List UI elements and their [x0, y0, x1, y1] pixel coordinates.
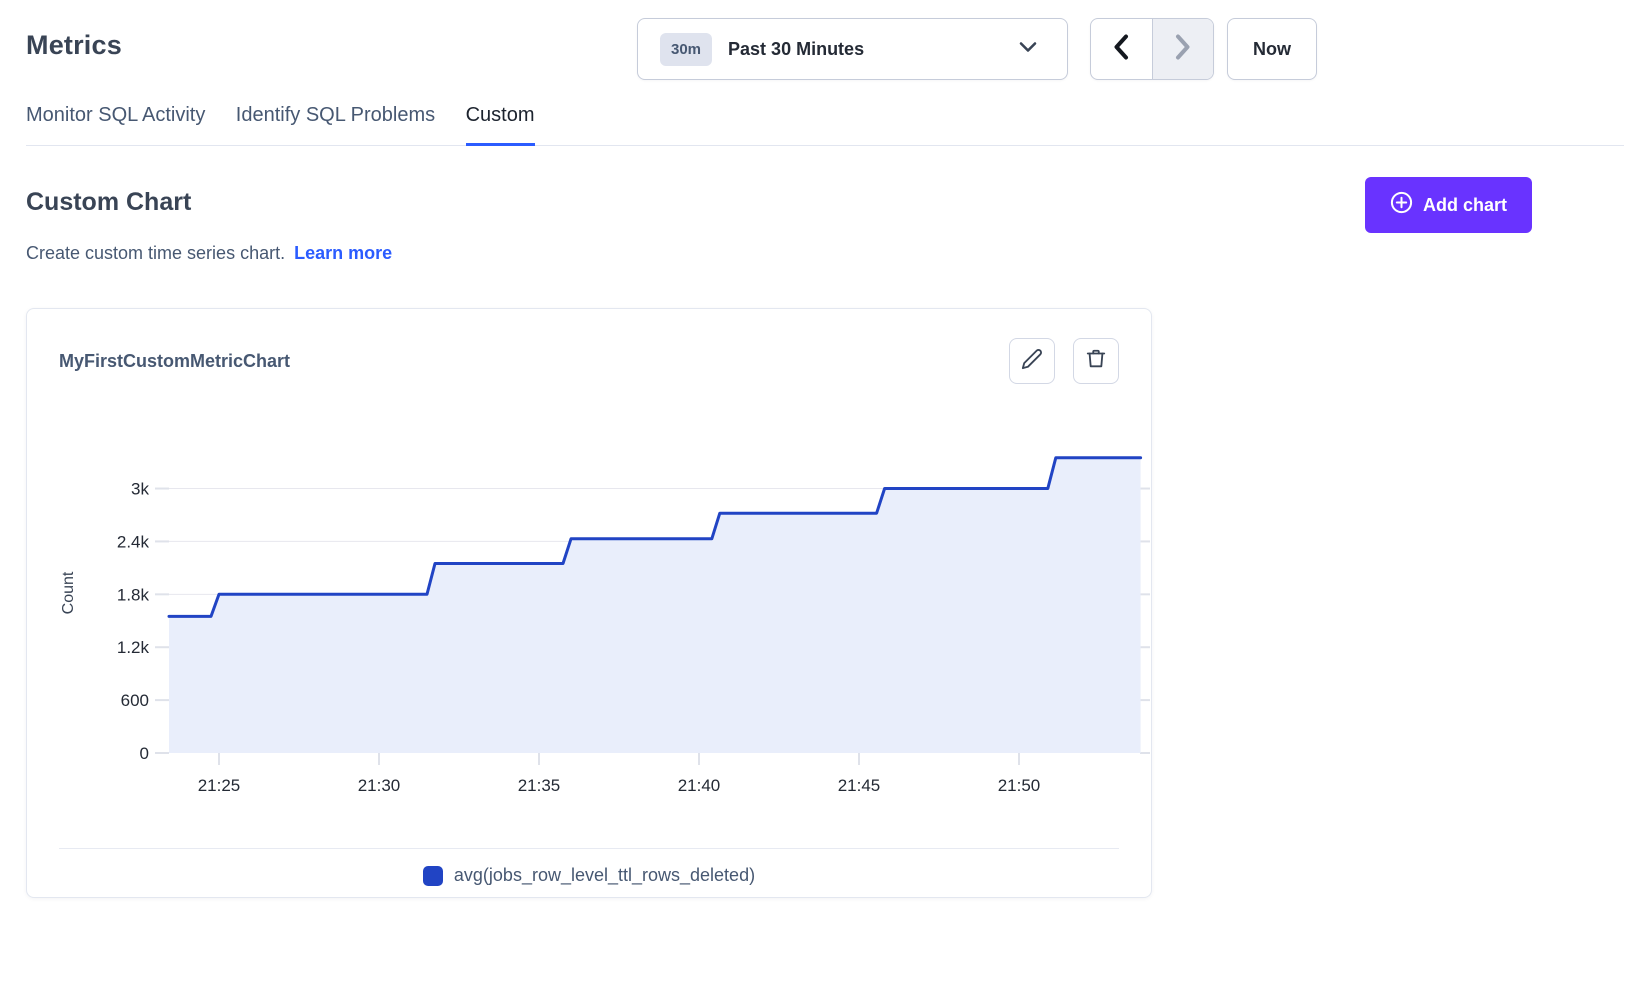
add-chart-label: Add chart: [1423, 195, 1507, 216]
svg-text:21:50: 21:50: [998, 776, 1041, 795]
plus-circle-icon: [1390, 191, 1413, 219]
svg-text:0: 0: [140, 744, 149, 763]
svg-text:21:35: 21:35: [518, 776, 561, 795]
pencil-icon: [1021, 348, 1043, 375]
svg-text:1.8k: 1.8k: [117, 585, 150, 604]
svg-text:21:45: 21:45: [838, 776, 881, 795]
time-range-label: Past 30 Minutes: [728, 39, 864, 60]
custom-chart-plot[interactable]: 0 600 1.2k 1.8k 2.4k 3k 21:25 21:30 21:35 21:40 21…: [33, 413, 1151, 801]
chevron-left-icon: [1113, 34, 1129, 65]
legend-swatch[interactable]: [423, 866, 443, 886]
svg-text:600: 600: [121, 691, 149, 710]
tab-monitor-sql-activity[interactable]: Monitor SQL Activity: [26, 100, 205, 146]
chevron-right-icon: [1175, 34, 1191, 65]
custom-chart-plot-area: 0 600 1.2k 1.8k 2.4k 3k 21:25 21:30 21:35 21:40 21…: [33, 413, 1151, 801]
delete-chart-button[interactable]: [1073, 338, 1119, 384]
page-title: Metrics: [26, 30, 122, 61]
now-button[interactable]: Now: [1227, 18, 1317, 80]
chart-title: MyFirstCustomMetricChart: [59, 351, 290, 372]
add-chart-button[interactable]: Add chart: [1365, 177, 1532, 233]
time-nav-group: [1090, 18, 1214, 80]
card-divider: [59, 848, 1119, 849]
time-range-badge: 30m: [660, 33, 712, 66]
tab-identify-sql-problems[interactable]: Identify SQL Problems: [236, 100, 435, 146]
tab-custom[interactable]: Custom: [466, 100, 535, 146]
metrics-tabs: Monitor SQL Activity Identify SQL Proble…: [26, 100, 1624, 146]
chart-legend: avg(jobs_row_level_ttl_rows_deleted): [27, 865, 1151, 886]
svg-text:3k: 3k: [131, 480, 149, 499]
section-title: Custom Chart: [26, 188, 191, 217]
svg-text:21:40: 21:40: [678, 776, 721, 795]
chevron-down-icon: [1019, 40, 1037, 58]
edit-chart-button[interactable]: [1009, 338, 1055, 384]
svg-text:21:25: 21:25: [198, 776, 241, 795]
chart-actions: [1009, 338, 1119, 384]
metrics-page: Metrics 30m Past 30 Minutes Now Monitor …: [0, 0, 1650, 982]
learn-more-link[interactable]: Learn more: [294, 243, 392, 263]
time-range-dropdown[interactable]: 30m Past 30 Minutes: [637, 18, 1068, 80]
svg-text:2.4k: 2.4k: [117, 532, 150, 551]
svg-text:21:30: 21:30: [358, 776, 401, 795]
section-subtitle-text: Create custom time series chart.: [26, 243, 285, 263]
svg-text:Count: Count: [60, 571, 77, 614]
custom-chart-card: MyFirstCustomMetricChart 0 600 1.2k 1.8k 2.4…: [26, 308, 1152, 898]
trash-icon: [1085, 348, 1107, 375]
svg-text:1.2k: 1.2k: [117, 638, 150, 657]
legend-label: avg(jobs_row_level_ttl_rows_deleted): [454, 865, 755, 886]
section-subtitle: Create custom time series chart. Learn m…: [26, 243, 392, 264]
next-time-button[interactable]: [1152, 19, 1214, 79]
prev-time-button[interactable]: [1091, 19, 1152, 79]
